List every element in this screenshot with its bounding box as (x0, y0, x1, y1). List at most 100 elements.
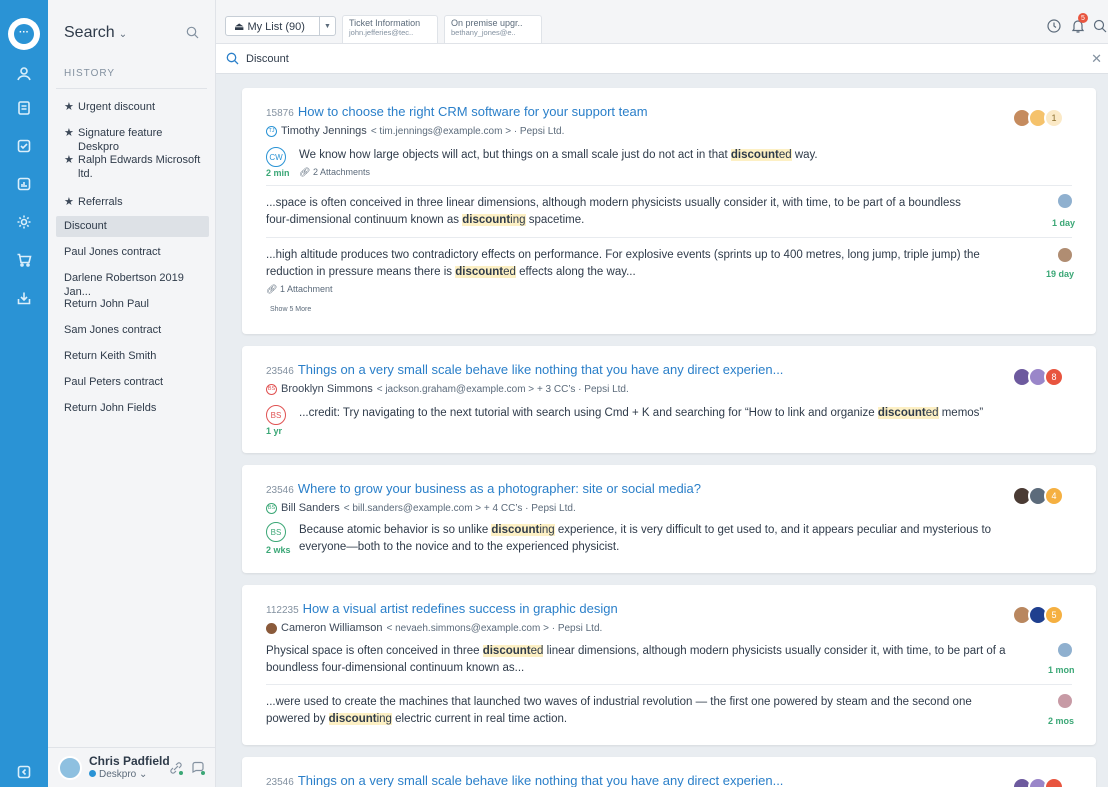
search-input[interactable] (246, 51, 846, 67)
tab-subtitle: john.jefferies@tec.. (349, 28, 414, 37)
result-header: 23546 Things on a very small scale behave… (266, 773, 783, 787)
panel-title[interactable]: Search (64, 24, 115, 41)
history-item[interactable]: Darlene Robertson 2019 Jan... (56, 271, 209, 299)
chat-icon[interactable] (190, 760, 206, 776)
collapse-icon[interactable] (14, 762, 34, 782)
history-item-label: Signature feature Deskpro (78, 127, 163, 153)
result-header: 23546 Where to grow your business as a ph… (266, 481, 701, 496)
tasks-icon[interactable] (14, 136, 34, 156)
history-starred-item[interactable]: ★ Urgent discount (56, 100, 209, 114)
top-bar: ⏏ My List (90) ▼ Ticket Information john… (216, 0, 1108, 44)
search-icon (226, 52, 239, 65)
result-snippet[interactable]: Physical space is often conceived in thr… (266, 643, 1036, 677)
organization: · Pepsi Ltd. (513, 125, 565, 137)
search-panel-header: Search ⌄ (64, 24, 205, 44)
inbox-download-icon[interactable] (14, 288, 34, 308)
history-item-label: Darlene Robertson 2019 Jan... (64, 272, 184, 298)
history-item[interactable]: Return Keith Smith (56, 349, 209, 363)
result-card[interactable]: 23546 Where to grow your business as a ph… (242, 465, 1096, 573)
avatar[interactable] (58, 756, 82, 780)
result-card[interactable]: 23546 Things on a very small scale behave… (242, 757, 1096, 787)
message-age: 2 mos (1048, 716, 1075, 726)
history-starred-item[interactable]: ★ Ralph Edwards Microsoft ltd. (56, 153, 209, 181)
result-title[interactable]: Things on a very small scale behave like… (298, 773, 784, 787)
settings-icon[interactable] (14, 212, 34, 232)
result-card[interactable]: 15876 How to choose the right CRM softwar… (242, 88, 1096, 334)
history-item-label: Referrals (78, 196, 123, 208)
result-header: 112235 How a visual artist redefines succ… (266, 601, 618, 616)
chevron-down-icon[interactable]: ⌄ (119, 29, 127, 40)
user-name[interactable]: Chris Padfield (89, 754, 170, 768)
clear-search-icon[interactable]: ✕ (1091, 51, 1102, 67)
history-item[interactable]: Sam Jones contract (56, 323, 209, 337)
author-email: < nevaeh.simmons@example.com > (386, 622, 549, 634)
history-item-label: Sam Jones contract (64, 324, 162, 336)
message-age: 19 day (1046, 269, 1075, 279)
star-icon: ★ (64, 154, 74, 166)
history-item[interactable]: Paul Jones contract (56, 245, 209, 259)
result-snippet[interactable]: ...high altitude produces two contradict… (266, 247, 1036, 281)
app-rail: ··· (0, 0, 48, 787)
organization: · Pepsi Ltd. (551, 622, 603, 634)
author-avatar (266, 622, 277, 634)
history-item-active[interactable]: Discount (56, 216, 209, 237)
my-list-dropdown[interactable]: ⏏ My List (90) ▼ (225, 16, 336, 36)
result-title[interactable]: Where to grow your business as a photogr… (298, 481, 701, 496)
result-title[interactable]: How a visual artist redefines success in… (303, 601, 618, 616)
author-name[interactable]: Bill Sanders (281, 502, 340, 514)
reports-icon[interactable] (14, 174, 34, 194)
cart-icon[interactable] (14, 250, 34, 270)
search-icon[interactable] (1092, 18, 1108, 34)
result-meta: Cameron Williamson < nevaeh.simmons@examp… (266, 622, 602, 634)
user-icon[interactable] (14, 64, 34, 84)
author-email: < tim.jennings@example.com > (370, 125, 512, 137)
result-snippet[interactable]: ...credit: Try navigating to the next tu… (299, 405, 1036, 422)
show-more-button[interactable]: Show 5 More (270, 306, 311, 313)
author-name[interactable]: Cameron Williamson (281, 622, 382, 634)
divider (266, 684, 1072, 685)
author-initials: TJ (266, 125, 277, 137)
search-bar: ✕ (216, 44, 1108, 74)
history-item[interactable]: Return John Fields (56, 401, 209, 415)
result-card[interactable]: 112235 How a visual artist redefines succ… (242, 585, 1096, 745)
timer-icon[interactable] (1046, 18, 1062, 34)
result-snippet[interactable]: ...were used to create the machines that… (266, 694, 1036, 728)
tab-ticket-information[interactable]: Ticket Information john.jefferies@tec.. (342, 15, 438, 43)
tab-subtitle: bethany_jones@e.. (451, 28, 516, 37)
tab-on-premise[interactable]: On premise upgr.. bethany_jones@e.. (444, 15, 542, 43)
author-email: < bill.sanders@example.com > (343, 502, 482, 514)
tickets-icon[interactable] (14, 98, 34, 118)
cc-count[interactable]: + 4 CC’s (484, 503, 522, 514)
user-footer: Chris Padfield Deskpro ⌄ (48, 747, 215, 787)
history-starred-item[interactable]: ★ Signature feature Deskpro (56, 126, 209, 154)
chevron-down-icon[interactable]: ▼ (319, 17, 335, 35)
deskpro-logo[interactable]: ··· (8, 18, 40, 50)
result-card[interactable]: 23546 Things on a very small scale behave… (242, 346, 1096, 453)
history-starred-item[interactable]: ★ Referrals (56, 195, 209, 209)
participant-count: 8 (1044, 367, 1064, 387)
message-age: 2 min (266, 168, 290, 178)
author-name[interactable]: Timothy Jennings (281, 125, 367, 137)
avatar (1058, 643, 1072, 657)
author-name[interactable]: Brooklyn Simmons (281, 383, 373, 395)
attachments-link[interactable]: 🔗︎ 1 Attachment (266, 284, 333, 295)
result-snippet[interactable]: We know how large objects will act, but … (299, 147, 1036, 164)
attachments-link[interactable]: 🔗︎ 2 Attachments (299, 167, 370, 178)
avatar (1058, 194, 1072, 208)
star-icon: ★ (64, 101, 74, 113)
user-org[interactable]: Deskpro ⌄ (89, 769, 147, 780)
result-title[interactable]: Things on a very small scale behave like… (298, 362, 784, 377)
result-snippet[interactable]: Because atomic behavior is so unlike dis… (299, 522, 1036, 556)
result-snippet[interactable]: ...space is often conceived in three lin… (266, 195, 1036, 229)
link-icon[interactable] (168, 760, 184, 776)
history-item[interactable]: Paul Peters contract (56, 375, 209, 389)
cc-count[interactable]: + 3 CC’s (537, 384, 575, 395)
history-item-label: Paul Peters contract (64, 376, 164, 388)
message-age: 1 mon (1048, 665, 1075, 675)
search-icon[interactable] (186, 26, 199, 39)
result-title[interactable]: How to choose the right CRM software for… (298, 104, 648, 119)
ticket-id: 23546 (266, 485, 294, 496)
history-item-label: Return John Fields (64, 402, 157, 414)
history-item[interactable]: Return John Paul (56, 297, 209, 311)
history-item-label: Ralph Edwards Microsoft ltd. (78, 154, 201, 180)
